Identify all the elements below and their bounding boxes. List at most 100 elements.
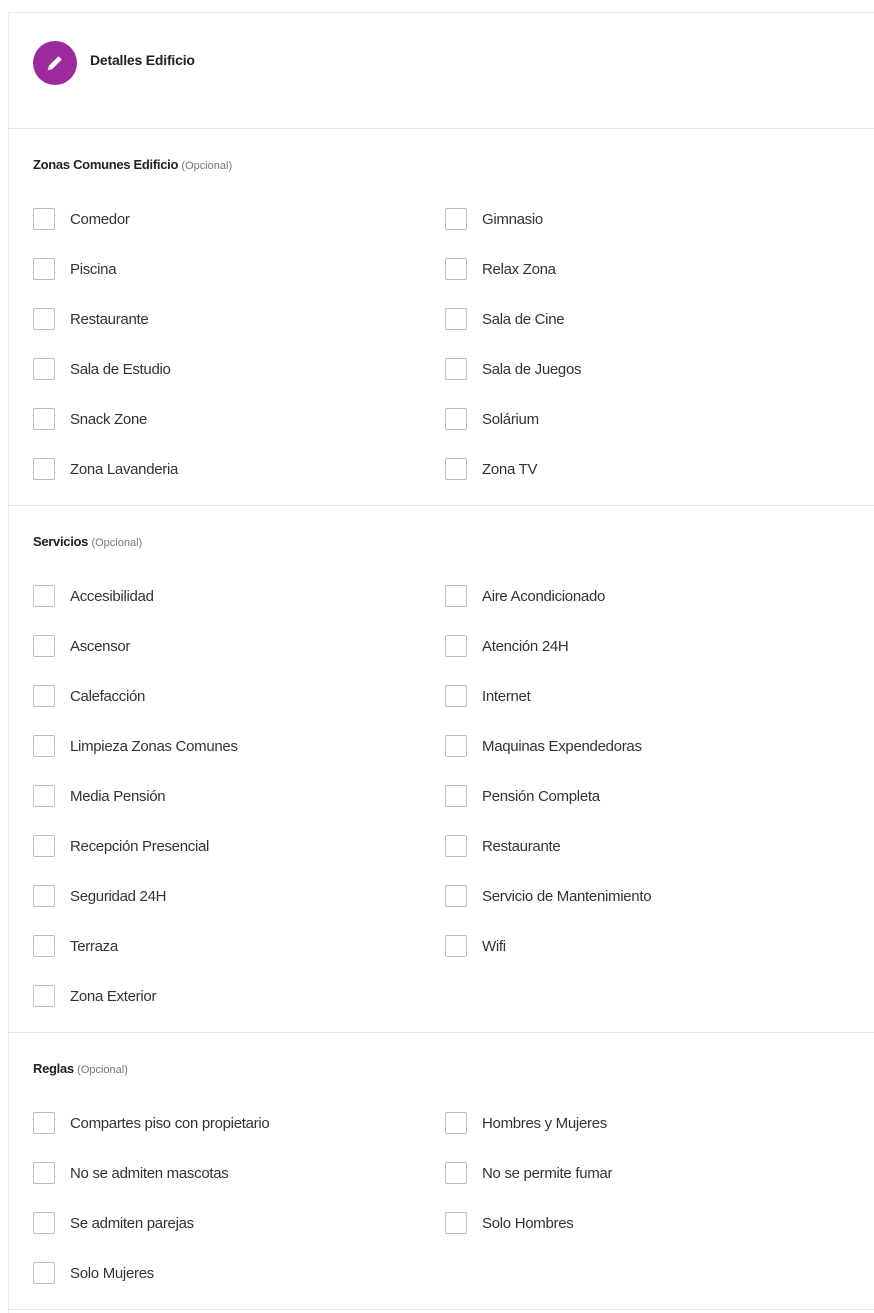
checkbox-option[interactable]: No se permite fumar <box>445 1160 612 1186</box>
checkbox[interactable] <box>33 408 55 430</box>
checkbox[interactable] <box>445 1112 467 1134</box>
checkbox-option[interactable]: Pensión Completa <box>445 783 600 809</box>
checkbox[interactable] <box>445 885 467 907</box>
checkbox-label: Atención 24H <box>482 637 569 655</box>
checkbox[interactable] <box>33 735 55 757</box>
checkbox[interactable] <box>445 458 467 480</box>
checkbox[interactable] <box>445 208 467 230</box>
section-2: Reglas (Opcional) Compartes piso con prop… <box>9 1033 874 1310</box>
checkbox-option[interactable]: Ascensor <box>33 633 130 659</box>
checkbox-option[interactable]: Accesibilidad <box>33 583 154 609</box>
checkbox[interactable] <box>33 885 55 907</box>
checkbox-option[interactable]: Zona Exterior <box>33 983 156 1009</box>
checkbox-label: Pensión Completa <box>482 787 600 805</box>
checkbox[interactable] <box>33 685 55 707</box>
checkbox-option[interactable]: Se admiten parejas <box>33 1210 194 1236</box>
checkbox[interactable] <box>445 358 467 380</box>
checkbox[interactable] <box>33 785 55 807</box>
checkbox[interactable] <box>445 408 467 430</box>
checkbox-label: Sala de Cine <box>482 310 565 328</box>
section-title: Zonas Comunes Edificio (Opcional) <box>33 157 232 172</box>
checkbox-label: Limpieza Zonas Comunes <box>70 737 238 755</box>
checkbox-label: Zona Lavanderia <box>70 460 179 478</box>
checkbox-option[interactable]: Hombres y Mujeres <box>445 1110 607 1136</box>
checkbox[interactable] <box>445 308 467 330</box>
checkbox-option[interactable]: Servicio de Mantenimiento <box>445 883 652 909</box>
checkbox-label: Aire Acondicionado <box>482 587 606 605</box>
checkbox-option[interactable]: Limpieza Zonas Comunes <box>33 733 238 759</box>
checkbox-option[interactable]: Piscina <box>33 256 117 282</box>
checkbox-option[interactable]: Internet <box>445 683 531 709</box>
checkbox[interactable] <box>33 1162 55 1184</box>
checkbox-label: Piscina <box>70 260 117 278</box>
checkbox[interactable] <box>445 935 467 957</box>
checkbox-label: Terraza <box>70 937 118 955</box>
checkbox-option[interactable]: Restaurante <box>33 306 149 332</box>
checkbox-option[interactable]: Zona TV <box>445 456 537 482</box>
checkbox[interactable] <box>33 835 55 857</box>
checkbox-option[interactable]: Compartes piso con propietario <box>33 1110 270 1136</box>
checkbox[interactable] <box>445 258 467 280</box>
checkbox[interactable] <box>445 785 467 807</box>
checkbox-option[interactable]: Solárium <box>445 406 539 432</box>
checkbox-option[interactable]: Restaurante <box>445 833 561 859</box>
checkbox[interactable] <box>33 208 55 230</box>
checkbox-option[interactable]: Maquinas Expendedoras <box>445 733 642 759</box>
checkbox-option[interactable]: Zona Lavanderia <box>33 456 178 482</box>
checkbox-label: Ascensor <box>70 637 131 655</box>
checkbox-option[interactable]: Atención 24H <box>445 633 569 659</box>
checkbox[interactable] <box>33 585 55 607</box>
checkbox-option[interactable]: No se admiten mascotas <box>33 1160 229 1186</box>
checkbox[interactable] <box>33 258 55 280</box>
checkbox-option[interactable]: Solo Mujeres <box>33 1260 154 1286</box>
checkbox-label: Comedor <box>70 210 130 228</box>
checkbox-option[interactable]: Media Pensión <box>33 783 166 809</box>
checkbox[interactable] <box>33 985 55 1007</box>
checkbox-option[interactable]: Aire Acondicionado <box>445 583 605 609</box>
checkbox[interactable] <box>33 308 55 330</box>
checkbox-label: Calefacción <box>70 687 146 705</box>
checkbox[interactable] <box>33 358 55 380</box>
checkbox-option[interactable]: Sala de Estudio <box>33 356 171 382</box>
checkbox-option[interactable]: Recepción Presencial <box>33 833 209 859</box>
checkbox[interactable] <box>33 458 55 480</box>
checkbox-label: Gimnasio <box>482 210 543 228</box>
checkbox[interactable] <box>33 935 55 957</box>
checkbox[interactable] <box>33 1212 55 1234</box>
section-title: Servicios (Opcional) <box>33 534 142 549</box>
card-header: Detalles Edificio <box>9 13 874 129</box>
section-1: Servicios (Opcional) Accesibilidad Aire Ac… <box>9 506 874 1033</box>
checkbox-option[interactable]: Calefacción <box>33 683 145 709</box>
edit-badge[interactable] <box>33 41 77 85</box>
checkbox-label: Restaurante <box>482 837 561 855</box>
checkbox-option[interactable]: Relax Zona <box>445 256 556 282</box>
checkbox-option[interactable]: Sala de Cine <box>445 306 565 332</box>
checkbox[interactable] <box>445 1162 467 1184</box>
checkbox[interactable] <box>33 1112 55 1134</box>
checkbox-option[interactable]: Sala de Juegos <box>445 356 582 382</box>
checkbox[interactable] <box>445 1212 467 1234</box>
checkbox-option[interactable]: Terraza <box>33 933 118 959</box>
checkbox-option[interactable]: Snack Zone <box>33 406 147 432</box>
checkbox-option[interactable]: Comedor <box>33 206 130 232</box>
checkbox-label: Internet <box>482 687 531 705</box>
optional-label: (Opcional) <box>77 1064 128 1076</box>
checkbox[interactable] <box>445 635 467 657</box>
checkbox[interactable] <box>445 735 467 757</box>
checkbox-label: No se admiten mascotas <box>70 1164 229 1182</box>
page-title: Detalles Edificio <box>90 52 195 68</box>
checkbox-option[interactable]: Solo Hombres <box>445 1210 574 1236</box>
checkbox-label: Snack Zone <box>70 410 148 428</box>
checkbox[interactable] <box>33 635 55 657</box>
checkbox-label: Sala de Juegos <box>482 360 582 378</box>
checkbox-option[interactable]: Wifi <box>445 933 506 959</box>
checkbox[interactable] <box>445 685 467 707</box>
checkbox[interactable] <box>445 585 467 607</box>
checkbox[interactable] <box>445 835 467 857</box>
checkbox-label: Accesibilidad <box>70 587 154 605</box>
checkbox-option[interactable]: Gimnasio <box>445 206 543 232</box>
checkbox-label: Sala de Estudio <box>70 360 171 378</box>
checkbox-option[interactable]: Seguridad 24H <box>33 883 166 909</box>
checkbox[interactable] <box>33 1262 55 1284</box>
checkbox-label: Zona TV <box>482 460 538 478</box>
